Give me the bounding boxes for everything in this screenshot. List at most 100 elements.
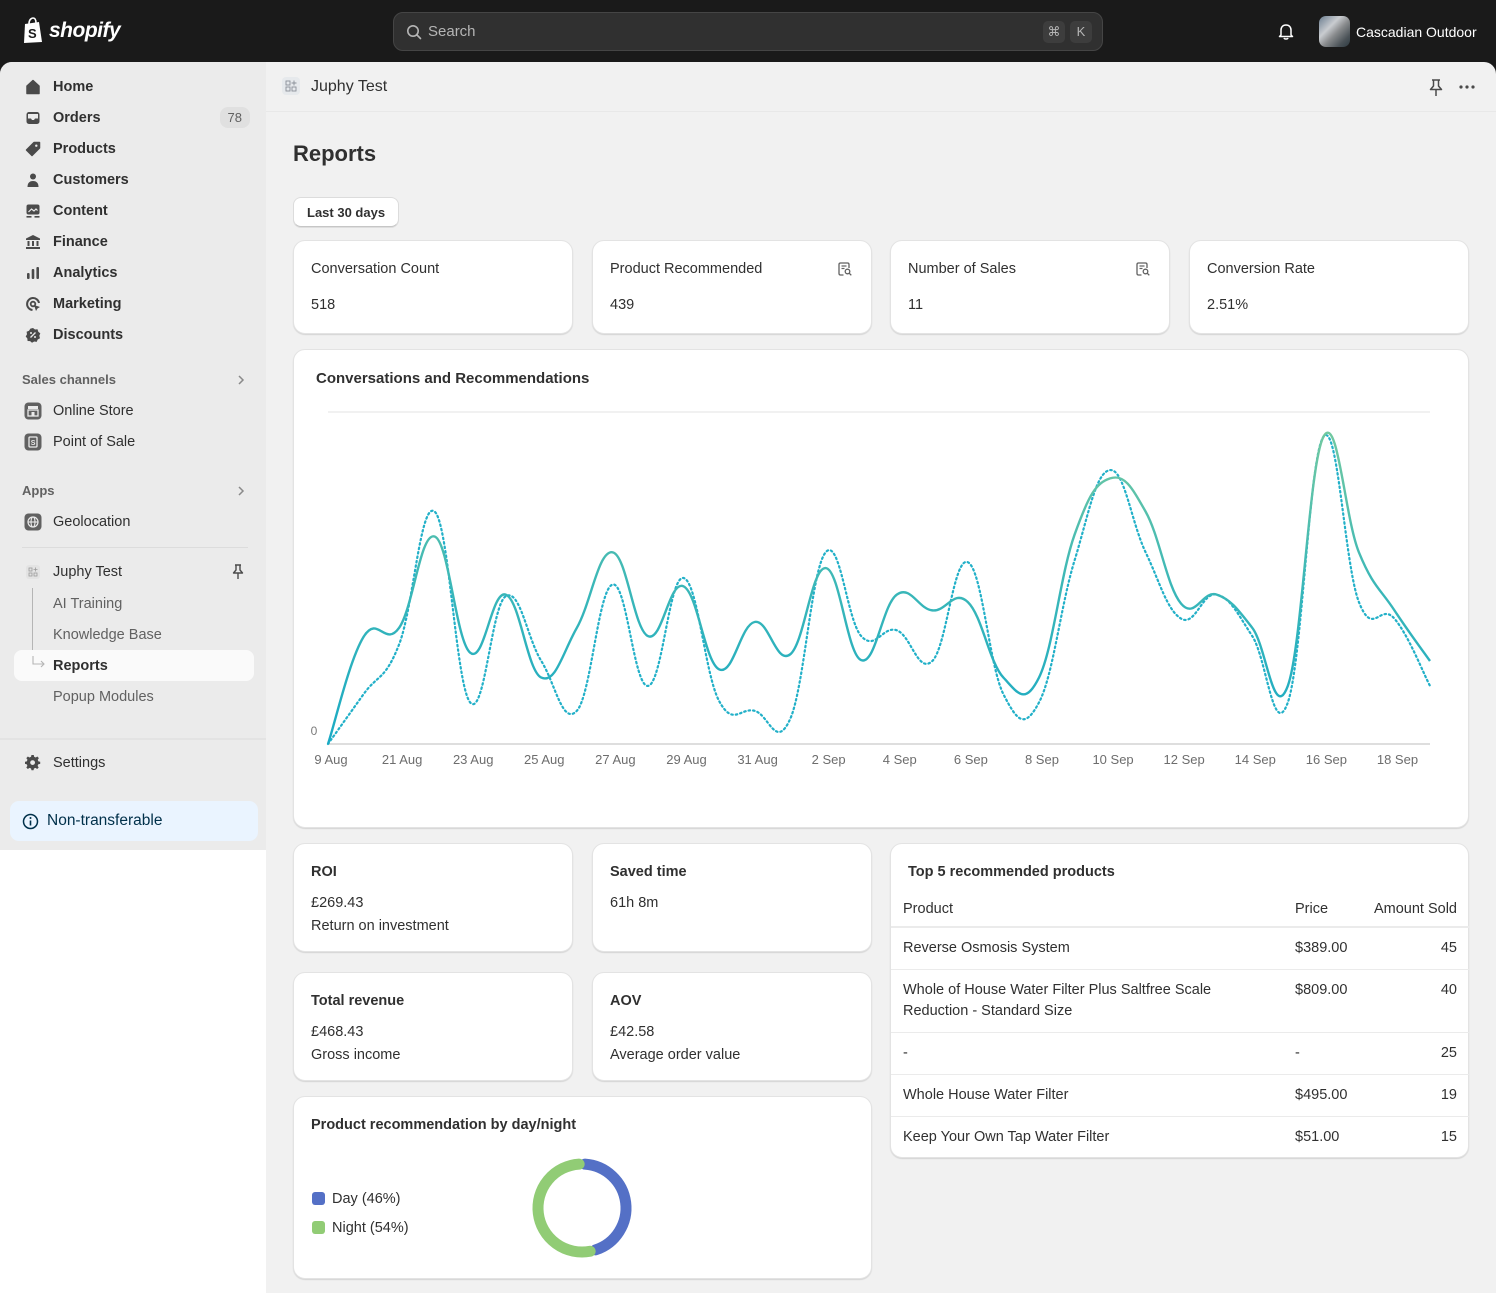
kpi-value: 518 <box>311 297 336 313</box>
cell-amount-sold: 19 <box>1360 1074 1469 1117</box>
metric-subtitle: Return on investment <box>311 918 449 934</box>
series-line-recommendations <box>326 433 1432 746</box>
sales-channels-header[interactable]: Sales channels <box>22 372 248 387</box>
shopify-logo[interactable]: S shopify <box>22 17 121 44</box>
pin-icon[interactable] <box>1426 77 1446 99</box>
metric-title: Saved time <box>610 864 687 880</box>
x-tick-label: 21 Aug <box>382 752 423 767</box>
sidebar-item-marketing[interactable]: Marketing <box>14 289 254 319</box>
sidebar-item-content[interactable]: Content <box>14 196 254 226</box>
metric-title: ROI <box>311 864 337 880</box>
report-search-icon[interactable] <box>837 261 853 277</box>
sidebar-item-label: Finance <box>53 234 108 250</box>
brand-name: shopify <box>49 18 121 42</box>
sidebar-item-home[interactable]: Home <box>14 72 254 102</box>
sidebar-item-point-of-sale[interactable]: S Point of Sale <box>14 427 254 457</box>
sidebar-item-label: Geolocation <box>53 514 131 530</box>
table-row[interactable]: - -25 <box>891 1032 1469 1075</box>
search-icon <box>407 25 422 40</box>
apps-header[interactable]: Apps <box>22 483 248 498</box>
x-tick-label: 8 Sep <box>1025 752 1059 767</box>
x-tick-label: 4 Sep <box>883 752 917 767</box>
sidebar-item-finance[interactable]: Finance <box>14 227 254 257</box>
chevron-right-icon <box>238 374 245 385</box>
shopify-bag-icon: S <box>24 17 42 43</box>
sidebar-item-discounts[interactable]: Discounts <box>14 320 254 350</box>
info-icon <box>22 813 39 829</box>
sidebar-item-label: Products <box>53 141 116 157</box>
kpi-value: 439 <box>610 297 635 313</box>
x-tick-label: 25 Aug <box>524 752 565 767</box>
table-header-row: Product Price Amount Sold <box>891 891 1469 928</box>
sidebar-item-label: Online Store <box>53 403 134 419</box>
donut-slice-night[interactable] <box>532 1158 596 1258</box>
x-tick-label: 31 Aug <box>737 752 778 767</box>
person-icon <box>23 170 43 190</box>
target-icon <box>23 294 43 314</box>
search-input[interactable] <box>428 13 1028 50</box>
cell-amount-sold: 40 <box>1360 969 1469 1033</box>
more-options-icon[interactable] <box>1457 77 1477 97</box>
donut-slice-day[interactable] <box>579 1158 632 1256</box>
kpi-title: Conversation Count <box>311 261 440 277</box>
inbox-icon <box>23 108 43 128</box>
x-tick-label: 14 Sep <box>1235 752 1276 767</box>
sidebar-subitem-ai-training[interactable]: AI Training <box>14 588 254 619</box>
sidebar-item-label: Content <box>53 203 108 219</box>
sidebar-item-online-store[interactable]: Online Store <box>14 396 254 426</box>
metric-card-saved-time: Saved time 61h 8m <box>592 843 872 952</box>
sidebar-item-analytics[interactable]: Analytics <box>14 258 254 288</box>
cell-product: Keep Your Own Tap Water Filter <box>903 1129 1110 1145</box>
sidebar-item-label: Point of Sale <box>53 434 136 450</box>
shortcut-key-cmd: ⌘ <box>1043 21 1065 43</box>
sidebar-item-label: Customers <box>53 172 129 188</box>
sidebar-item-orders[interactable]: Orders 78 <box>14 103 254 133</box>
sidebar-item-products[interactable]: Products <box>14 134 254 164</box>
kpi-title: Conversion Rate <box>1207 261 1315 277</box>
sidebar-item-customers[interactable]: Customers <box>14 165 254 195</box>
day-night-donut-chart <box>532 1158 632 1258</box>
cell-price: - <box>1283 1032 1361 1075</box>
pin-icon[interactable] <box>230 563 246 581</box>
metric-card-aov: AOV £42.58 Average order value <box>592 972 872 1081</box>
x-tick-label: 18 Sep <box>1377 752 1418 767</box>
app-header: Juphy Test <box>266 62 1496 112</box>
date-range-button[interactable]: Last 30 days <box>293 197 400 227</box>
cell-amount-sold: 15 <box>1440 1129 1457 1145</box>
kpi-title: Number of Sales <box>908 261 1016 277</box>
metric-value: £269.43 <box>311 895 364 911</box>
tree-arrow-icon <box>32 656 45 668</box>
non-transferable-banner[interactable]: Non-transferable <box>10 801 258 841</box>
x-tick-label: 2 Sep <box>812 752 846 767</box>
table-row[interactable]: Reverse Osmosis System $389.00 45 <box>891 927 1469 970</box>
notification-bell-icon[interactable] <box>1276 21 1296 41</box>
report-search-icon[interactable] <box>1135 261 1151 277</box>
sidebar-subitem-knowledge-base[interactable]: Knowledge Base <box>14 619 254 650</box>
table-row[interactable]: Whole House Water Filter $495.00 19 <box>891 1074 1469 1117</box>
non-transferable-label: Non-transferable <box>47 812 163 829</box>
day-night-chart-card: Product recommendation by day/night Day … <box>293 1096 872 1279</box>
sidebar-item-label: Analytics <box>53 265 118 281</box>
sidebar: Home Orders 78 Products Customers Conten… <box>0 62 266 850</box>
sidebar-item-geolocation[interactable]: Geolocation <box>14 507 254 537</box>
table-row[interactable]: Whole of House Water Filter Plus Saltfre… <box>891 969 1469 1033</box>
sidebar-subitem-reports[interactable]: Reports <box>14 650 254 681</box>
cell-price: $495.00 <box>1283 1074 1361 1117</box>
table-row[interactable]: Keep Your Own Tap Water Filter $51.00 15 <box>891 1117 1469 1159</box>
sidebar-item-juphy-test[interactable]: Juphy Test <box>14 557 254 587</box>
search-bar[interactable]: ⌘ K <box>393 12 1103 51</box>
sidebar-item-label: Orders <box>53 110 101 126</box>
home-icon <box>23 77 43 97</box>
cell-price: $51.00 <box>1295 1129 1340 1145</box>
metric-card-roi: ROI £269.43 Return on investment <box>293 843 573 952</box>
sidebar-item-settings[interactable]: Settings <box>14 748 254 778</box>
cell-product: - <box>891 1032 1283 1075</box>
store-menu[interactable]: Cascadian Outdoor <box>1319 16 1477 47</box>
subitem-label: Reports <box>53 657 108 674</box>
app-title: Juphy Test <box>311 78 388 95</box>
kpi-card-conversion-rate: Conversion Rate 2.51% <box>1189 240 1469 334</box>
sidebar-subitem-popup-modules[interactable]: Popup Modules <box>14 681 254 712</box>
sidebar-item-label: Settings <box>53 755 106 771</box>
page-title: Reports <box>293 141 377 166</box>
sales-channels-label: Sales channels <box>22 372 116 387</box>
